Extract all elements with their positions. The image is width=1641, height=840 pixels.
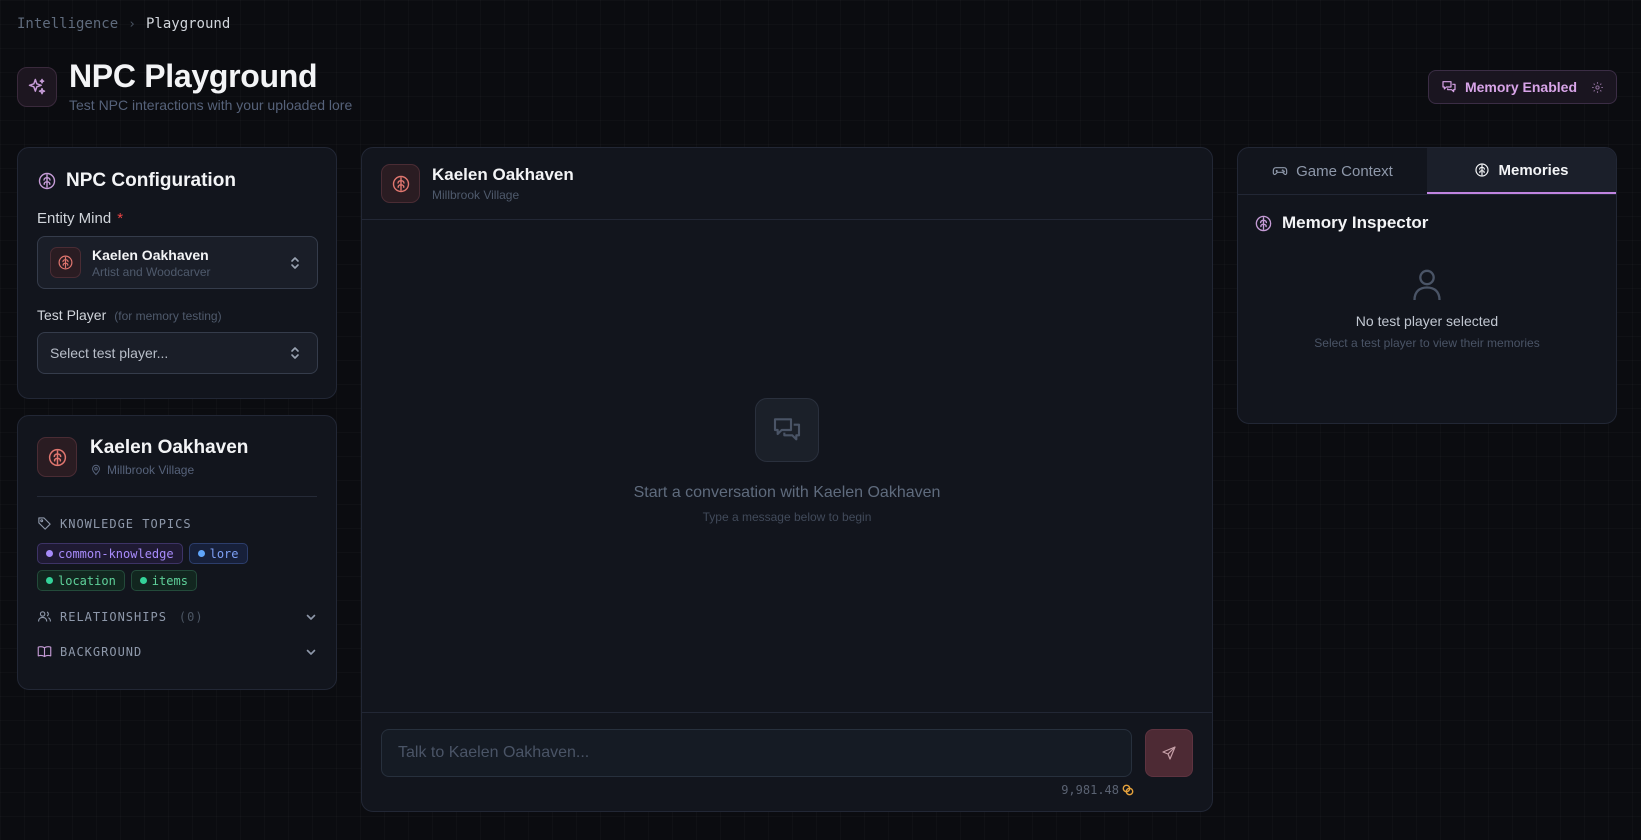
- context-tabs: Game Context Memories: [1238, 148, 1616, 195]
- chat-empty-title: Start a conversation with Kaelen Oakhave…: [633, 484, 941, 501]
- tag-icon: [37, 516, 52, 531]
- tab-game-context[interactable]: Game Context: [1238, 148, 1427, 194]
- relationships-toggle[interactable]: RELATIONSHIPS (0): [37, 609, 317, 624]
- chat-brain-icon: [381, 164, 420, 203]
- memory-inspector-title: Memory Inspector: [1282, 213, 1429, 232]
- send-button[interactable]: [1145, 729, 1193, 777]
- book-open-icon: [37, 644, 52, 659]
- chat-panel: Kaelen Oakhaven Millbrook Village Start …: [361, 147, 1213, 812]
- chat-header: Kaelen Oakhaven Millbrook Village: [362, 148, 1212, 220]
- knowledge-topics-text: KNOWLEDGE TOPICS: [60, 516, 192, 531]
- tab-memories-label: Memories: [1498, 161, 1569, 179]
- npc-brain-icon: [37, 437, 77, 477]
- entity-mind-label-text: Entity Mind: [37, 210, 112, 227]
- memory-empty-title: No test player selected: [1355, 313, 1499, 329]
- topic-tag[interactable]: location: [37, 570, 125, 591]
- credits-value: 9,981.48: [1061, 783, 1119, 797]
- chat-npc-name: Kaelen Oakhaven: [432, 165, 574, 184]
- breadcrumb-intelligence[interactable]: Intelligence: [17, 16, 118, 32]
- chevron-up-down-icon: [289, 256, 301, 270]
- required-marker: *: [117, 210, 124, 227]
- knowledge-topics-label: KNOWLEDGE TOPICS: [37, 516, 317, 531]
- brain-icon: [37, 171, 57, 191]
- memory-empty-subtitle: Select a test player to view their memor…: [1314, 336, 1540, 350]
- npc-location: Millbrook Village: [90, 463, 248, 477]
- chevron-down-icon: [305, 646, 317, 658]
- credits-balance: 9,981.48: [1061, 783, 1134, 797]
- chat-footer: 9,981.48: [362, 712, 1212, 811]
- topic-tag[interactable]: items: [130, 570, 197, 591]
- breadcrumb-playground: Playground: [145, 16, 231, 32]
- tab-memories[interactable]: Memories: [1427, 148, 1616, 194]
- entity-role: Artist and Woodcarver: [92, 264, 211, 279]
- breadcrumb: Intelligence › Playground: [17, 16, 230, 32]
- background-toggle[interactable]: BACKGROUND: [37, 644, 317, 659]
- test-player-placeholder: Select test player...: [50, 345, 169, 361]
- breadcrumb-separator: ›: [128, 16, 136, 32]
- tab-game-context-label: Game Context: [1296, 162, 1393, 180]
- memory-enabled-button[interactable]: Memory Enabled: [1427, 70, 1617, 104]
- chat-empty-subtitle: Type a message below to begin: [702, 510, 872, 524]
- topic-tag-label: items: [151, 573, 188, 588]
- topic-tag[interactable]: lore: [188, 543, 248, 564]
- page-subtitle: Test NPC interactions with your uploaded…: [69, 97, 353, 113]
- chevron-up-down-icon: [289, 346, 301, 360]
- memory-empty-state: No test player selected Select a test pl…: [1238, 265, 1616, 350]
- users-icon: [37, 609, 52, 624]
- entity-brain-icon: [50, 247, 81, 278]
- npc-info-card: Kaelen Oakhaven Millbrook Village KNOWLE…: [17, 415, 337, 690]
- npc-location-text: Millbrook Village: [107, 463, 195, 477]
- relationships-label: RELATIONSHIPS: [60, 609, 167, 624]
- page-title: NPC Playground: [69, 58, 318, 94]
- chat-message-input[interactable]: [381, 729, 1132, 777]
- entity-mind-label: Entity Mind *: [37, 210, 317, 227]
- config-title: NPC Configuration: [66, 170, 236, 191]
- knowledge-tags: common-knowledge lore location items: [37, 543, 267, 591]
- brain-icon: [1254, 214, 1273, 233]
- relationships-count: (0): [178, 609, 204, 624]
- user-icon: [1407, 265, 1447, 305]
- chat-npc-location: Millbrook Village: [432, 188, 520, 202]
- topic-tag-label: common-knowledge: [58, 546, 174, 561]
- sparkles-icon: [17, 67, 57, 107]
- topic-tag-label: location: [58, 573, 116, 588]
- gamepad-icon: [1272, 163, 1288, 179]
- background-label: BACKGROUND: [60, 644, 143, 659]
- topic-tag-label: lore: [209, 546, 239, 561]
- test-player-select[interactable]: Select test player...: [37, 332, 318, 374]
- gear-icon: [1591, 81, 1604, 94]
- brain-icon: [1474, 162, 1490, 178]
- messages-icon: [755, 398, 819, 462]
- chat-empty-state: Start a conversation with Kaelen Oakhave…: [362, 398, 1212, 524]
- memory-enabled-label: Memory Enabled: [1464, 79, 1577, 95]
- chevron-down-icon: [305, 611, 317, 623]
- context-panel: Game Context Memories Memory Inspector N…: [1237, 147, 1617, 424]
- npc-configuration-card: NPC Configuration Entity Mind * Kaelen O…: [17, 147, 337, 399]
- coins-icon: [1122, 784, 1134, 796]
- messages-icon: [1441, 79, 1457, 95]
- send-icon: [1161, 745, 1177, 761]
- test-player-label-text: Test Player: [37, 307, 107, 323]
- entity-mind-select[interactable]: Kaelen Oakhaven Artist and Woodcarver: [37, 236, 318, 289]
- entity-name: Kaelen Oakhaven: [92, 246, 209, 263]
- test-player-hint: (for memory testing): [114, 309, 222, 323]
- topic-tag[interactable]: common-knowledge: [37, 543, 183, 564]
- npc-name: Kaelen Oakhaven: [90, 437, 249, 458]
- map-pin-icon: [90, 464, 102, 476]
- test-player-label: Test Player (for memory testing): [37, 307, 317, 323]
